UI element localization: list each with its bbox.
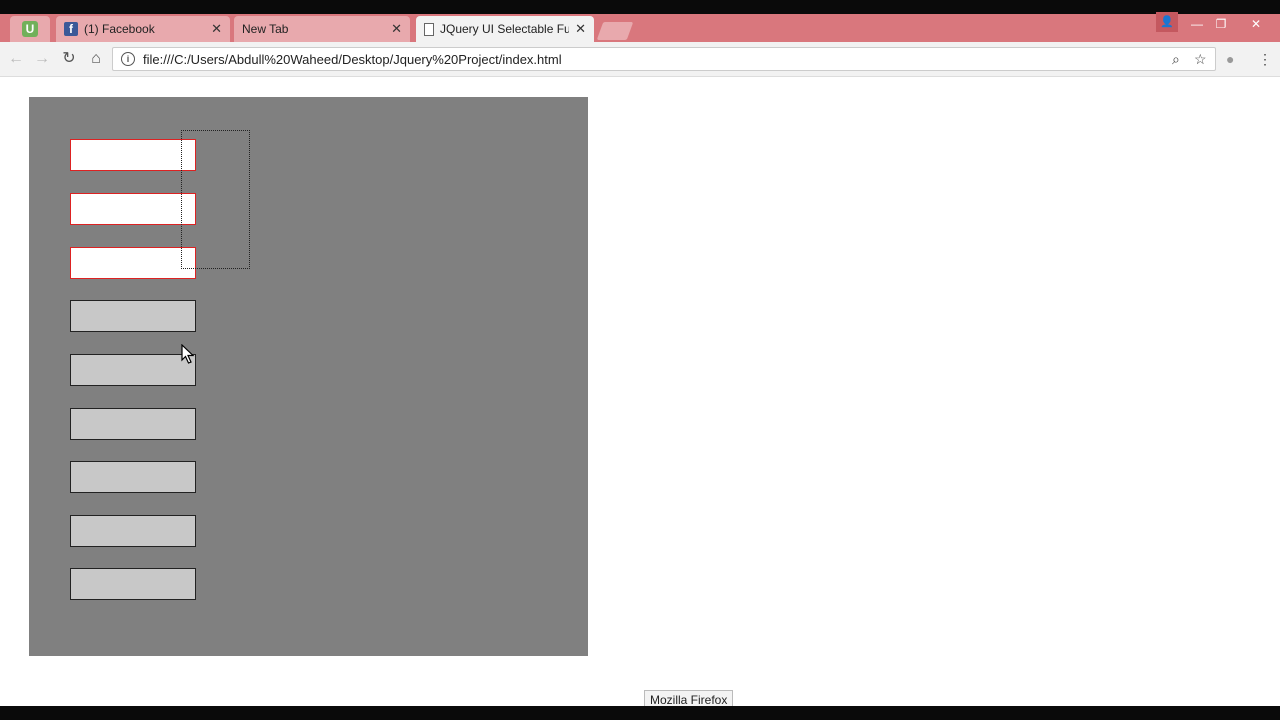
back-icon[interactable]: ←: [6, 50, 26, 68]
browser-window: U f (1) Facebook ✕ New Tab ✕ JQuery UI S…: [0, 0, 1280, 706]
selectable-container[interactable]: [29, 97, 588, 656]
address-bar[interactable]: i file:///C:/Users/Abdull%20Waheed/Deskt…: [112, 47, 1216, 71]
extension-globe-icon[interactable]: ●: [1226, 50, 1234, 68]
zoom-icon[interactable]: ⌕: [1172, 50, 1180, 68]
mouse-cursor-icon: [181, 344, 195, 364]
window-close-icon[interactable]: ✕: [1244, 14, 1268, 34]
selectable-item[interactable]: [70, 247, 196, 279]
browser-toolbar: ← → ↻ ⌂ i file:///C:/Users/Abdull%20Wahe…: [0, 42, 1280, 77]
close-icon[interactable]: ✕: [211, 21, 222, 37]
selectable-item[interactable]: [70, 300, 196, 332]
close-icon[interactable]: ✕: [391, 21, 402, 37]
tab-jquery-selectable[interactable]: JQuery UI Selectable Fun ✕: [416, 16, 594, 42]
document-icon: [424, 22, 434, 36]
selectable-item[interactable]: [70, 568, 196, 600]
close-icon[interactable]: ✕: [575, 21, 586, 37]
minimize-icon[interactable]: —: [1185, 14, 1209, 34]
bottom-bar: [0, 706, 1280, 720]
tab-label: New Tab: [242, 22, 289, 36]
page-content: [0, 77, 1280, 706]
selectable-item[interactable]: [70, 408, 196, 440]
forward-icon[interactable]: →: [32, 50, 52, 68]
tab-strip: U f (1) Facebook ✕ New Tab ✕ JQuery UI S…: [0, 14, 1280, 42]
url-text: file:///C:/Users/Abdull%20Waheed/Desktop…: [143, 51, 562, 67]
tab-label: JQuery UI Selectable Fun: [440, 22, 570, 36]
selectable-item[interactable]: [70, 515, 196, 547]
selection-lasso: [181, 130, 250, 269]
selectable-item[interactable]: [70, 354, 196, 386]
tab-new-tab[interactable]: New Tab ✕: [234, 16, 410, 42]
reload-icon[interactable]: ↻: [59, 50, 79, 68]
selectable-item[interactable]: [70, 461, 196, 493]
ublock-icon: U: [22, 21, 38, 37]
tab-label: (1) Facebook: [84, 22, 155, 36]
tab-facebook[interactable]: f (1) Facebook ✕: [56, 16, 230, 42]
restore-icon[interactable]: ❐: [1209, 14, 1233, 34]
menu-icon[interactable]: ⋮: [1258, 50, 1272, 68]
info-icon[interactable]: i: [121, 52, 135, 66]
new-tab-button[interactable]: [596, 22, 634, 40]
bookmark-star-icon[interactable]: ☆: [1194, 50, 1207, 68]
selectable-item[interactable]: [70, 139, 196, 171]
facebook-icon: f: [64, 22, 78, 36]
home-icon[interactable]: ⌂: [86, 50, 106, 68]
extension-tab[interactable]: U: [10, 16, 50, 42]
profile-icon[interactable]: 👤: [1156, 12, 1178, 32]
selectable-item[interactable]: [70, 193, 196, 225]
